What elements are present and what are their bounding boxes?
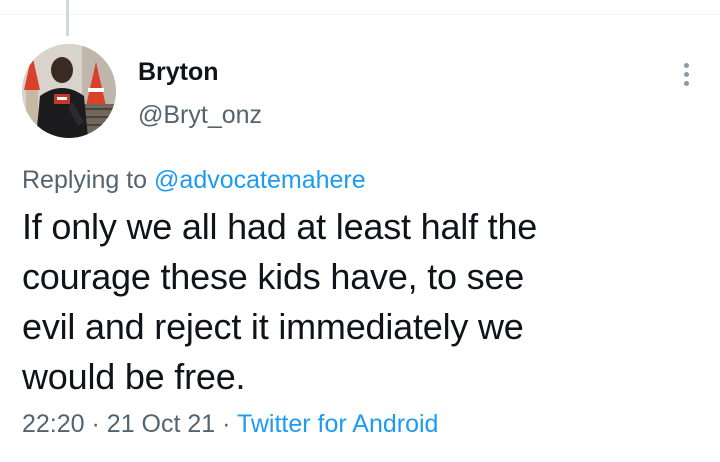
meta-separator: · [91, 410, 100, 438]
meta-separator: · [222, 410, 231, 438]
author-name[interactable]: Bryton [138, 58, 219, 87]
reply-mention-link[interactable]: @advocatemahere [154, 166, 366, 194]
replying-to: Replying to @advocatemahere [22, 166, 366, 195]
tweet-text-line: would be free. [22, 356, 246, 397]
tweet-text-line: evil and reject it immediately we [22, 306, 524, 347]
tweet-time[interactable]: 22:20 [22, 410, 85, 438]
avatar-image [22, 44, 116, 138]
tweet-date[interactable]: 21 Oct 21 [107, 410, 215, 438]
avatar[interactable] [22, 44, 116, 138]
tweet-source-link[interactable]: Twitter for Android [237, 410, 438, 438]
tweet-meta: 22:20 · 21 Oct 21 · Twitter for Android [22, 410, 438, 439]
tweet-text: If only we all had at least half the cou… [22, 202, 682, 402]
more-vertical-icon [683, 62, 689, 68]
divider [0, 14, 720, 15]
thread-connector-line [66, 0, 69, 36]
more-vertical-icon [683, 80, 689, 86]
tweet-text-line: courage these kids have, to see [22, 256, 525, 297]
replying-to-label: Replying to [22, 166, 148, 194]
author-handle[interactable]: @Bryt_onz [138, 101, 262, 130]
more-options-button[interactable] [672, 56, 700, 92]
more-vertical-icon [683, 71, 689, 77]
tweet-text-line: If only we all had at least half the [22, 206, 538, 247]
